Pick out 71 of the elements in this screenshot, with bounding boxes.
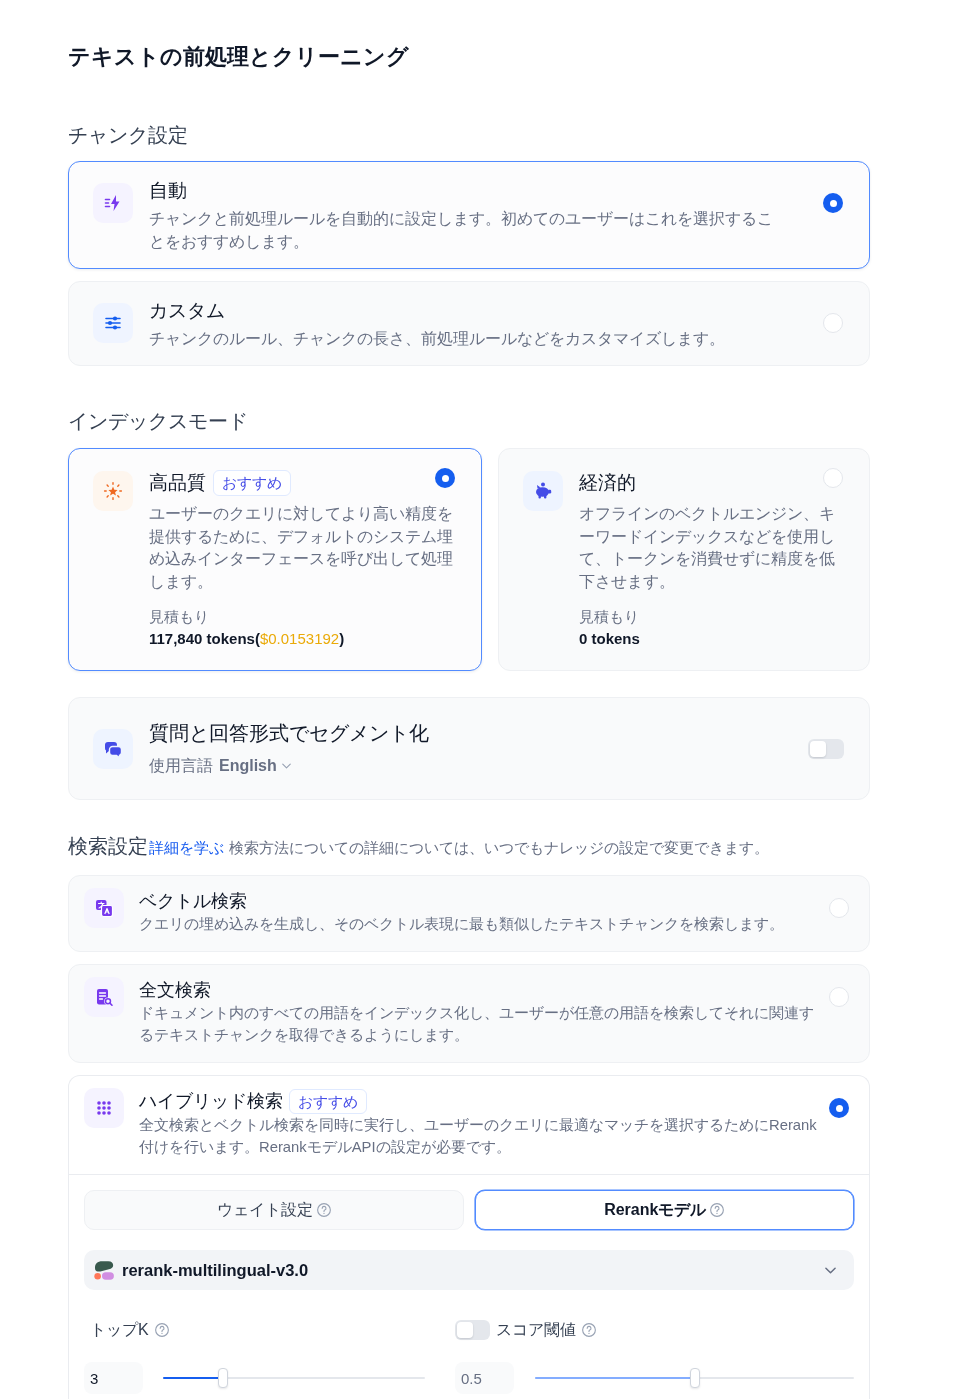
help-icon bbox=[154, 1323, 169, 1337]
sliders-icon bbox=[93, 303, 133, 343]
dot-grid-icon bbox=[84, 1088, 124, 1128]
chevron-down-icon bbox=[825, 1266, 836, 1274]
parameter-label: スコア閾値 bbox=[496, 1320, 576, 1340]
option-title: 経済的 bbox=[579, 471, 636, 495]
star-burst-icon bbox=[93, 471, 133, 511]
model-select[interactable]: rerank-multilingual-v3.0 bbox=[84, 1250, 854, 1290]
model-logo-icon bbox=[94, 1260, 114, 1280]
chunk-mode-card[interactable]: 自動 チャンクと前処理ルールを自動的に設定します。初めてのユーザーはこれを選択することをおすすめします。 bbox=[68, 161, 870, 269]
settings-tab[interactable]: ウェイト設定 bbox=[84, 1190, 464, 1230]
radio-button[interactable] bbox=[435, 468, 455, 488]
slider-track[interactable] bbox=[535, 1368, 854, 1388]
search-method-card[interactable]: 全文検索 ドキュメント内のすべての用語をインデックス化し、ユーザーが任意の用語を検索してそれに関連するテキストチャンクを取得できるようにします。 bbox=[68, 964, 870, 1063]
help-icon bbox=[710, 1203, 725, 1217]
piggy-bank-icon bbox=[523, 471, 563, 511]
document-search-icon bbox=[84, 977, 124, 1017]
option-title: ハイブリッド検索 bbox=[139, 1090, 283, 1113]
section-heading: インデックスモード bbox=[68, 409, 249, 434]
slider-track[interactable] bbox=[163, 1368, 425, 1388]
estimate-value: 0 tokens bbox=[579, 629, 641, 649]
option-title: 質問と回答形式でセグメント化 bbox=[149, 721, 430, 746]
option-title: 高品質 bbox=[149, 471, 206, 495]
toggle-switch[interactable] bbox=[455, 1320, 490, 1340]
radio-button[interactable] bbox=[823, 468, 843, 488]
recommended-badge: おすすめ bbox=[213, 470, 291, 496]
option-description: ユーザーのクエリに対してより高い精度を提供するために、デフォルトのシステム埋め込みインターフェースを呼び出して処理します。 bbox=[149, 504, 454, 592]
option-description: チャンクと前処理ルールを自動的に設定します。初めてのユーザーはこれを選択することをおすすめします。 bbox=[149, 209, 774, 252]
radio-button[interactable] bbox=[823, 193, 843, 213]
option-title: 自動 bbox=[149, 179, 188, 203]
chunk-mode-card[interactable]: カスタム チャンクのルール、チャンクの長さ、前処理ルールなどをカスタマイズします。 bbox=[68, 281, 870, 366]
chevron-down-icon bbox=[281, 763, 291, 769]
lightning-icon bbox=[93, 183, 133, 223]
option-description: 全文検索とベクトル検索を同時に実行し、ユーザーのクエリに最適なマッチを選択するためにRerank付けを行います。RerankモデルAPIの設定が必要です。 bbox=[139, 1116, 818, 1157]
option-description: クエリの埋め込みを生成し、そのベクトル表現に最も類似したテキストチャンクを検索します。 bbox=[139, 915, 785, 934]
option-description: ドキュメント内のすべての用語をインデックス化し、ユーザーが任意の用語を検索してそれに関連するテキストチャンクを取得できるようにします。 bbox=[139, 1004, 815, 1045]
help-icon bbox=[582, 1323, 596, 1337]
translate-icon bbox=[84, 888, 124, 928]
option-description: チャンクのルール、チャンクの長さ、前処理ルールなどをカスタマイズします。 bbox=[149, 329, 726, 349]
slider-thumb[interactable] bbox=[689, 1368, 700, 1388]
index-mode-card[interactable]: 経済的 オフラインのベクトルエンジン、キーワードインデックスなどを使用して、トークンを消費せずに精度を低下させます。 見積もり 0 tokens bbox=[498, 448, 870, 671]
radio-button[interactable] bbox=[823, 313, 843, 333]
option-title: カスタム bbox=[149, 299, 226, 323]
toggle-switch[interactable] bbox=[808, 739, 844, 759]
estimate-label: 見積もり bbox=[579, 607, 640, 627]
radio-button[interactable] bbox=[829, 1098, 849, 1118]
settings-tab[interactable]: Rerankモデル bbox=[474, 1190, 854, 1230]
learn-more-link[interactable]: 詳細を学ぶ bbox=[149, 834, 224, 862]
section-heading: チャンク設定 bbox=[68, 123, 189, 148]
radio-button[interactable] bbox=[829, 987, 849, 1007]
number-input[interactable]: 0.5 bbox=[455, 1362, 514, 1394]
option-title: ベクトル検索 bbox=[139, 890, 247, 913]
slider-thumb[interactable] bbox=[218, 1368, 229, 1388]
language-dropdown[interactable]: English bbox=[219, 757, 291, 775]
recommended-badge: おすすめ bbox=[289, 1089, 367, 1114]
language-label: 使用言語 bbox=[149, 755, 213, 776]
section-note: 検索方法についての詳細については、いつでもナレッジの設定で変更できます。 bbox=[229, 839, 769, 858]
section-heading: 検索設定 bbox=[68, 834, 148, 859]
radio-button[interactable] bbox=[829, 898, 849, 918]
chat-bubbles-icon bbox=[93, 729, 133, 769]
estimate-label: 見積もり bbox=[149, 607, 210, 627]
search-method-card[interactable]: ベクトル検索 クエリの埋め込みを生成し、そのベクトル表現に最も類似したテキストチャンクを検索します。 bbox=[68, 875, 870, 952]
option-title: 全文検索 bbox=[139, 979, 211, 1002]
page-title: テキストの前処理とクリーニング bbox=[68, 43, 410, 71]
estimate-value: 117,840 tokens($0.0153192) bbox=[149, 629, 346, 649]
search-method-card[interactable]: ハイブリッド検索 おすすめ 全文検索とベクトル検索を同時に実行し、ユーザーのクエリに最適なマッチを選択するためにRerank付けを行います。RerankモデルAPIの設定が必要です。 ウェイト設定 Rerankモデル rerank-multilingual-v3.0 トップK スコア閾値 3 0.5 bbox=[68, 1075, 870, 1399]
number-input[interactable]: 3 bbox=[84, 1362, 143, 1394]
option-description: オフラインのベクトルエンジン、キーワードインデックスなどを使用して、トークンを消費せずに精度を低下させます。 bbox=[579, 504, 836, 592]
index-mode-card[interactable]: 高品質 おすすめ ユーザーのクエリに対してより高い精度を提供するために、デフォルトのシステム埋め込みインターフェースを呼び出して処理します。 見積もり 117,840 tokens($0.0153192) bbox=[68, 448, 482, 671]
parameter-label: トップK bbox=[90, 1320, 149, 1340]
help-icon bbox=[316, 1203, 331, 1217]
